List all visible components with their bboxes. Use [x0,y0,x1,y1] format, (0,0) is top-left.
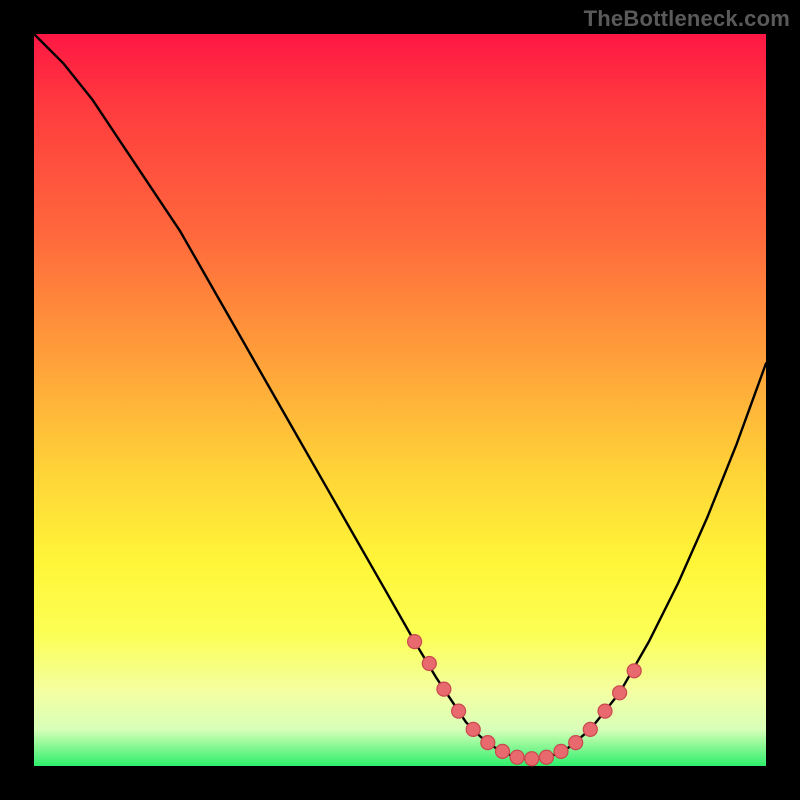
highlight-dot [496,744,510,758]
chart-frame: TheBottleneck.com [0,0,800,800]
chart-svg [34,34,766,766]
highlight-dot [525,752,539,766]
highlight-dot [613,686,627,700]
highlight-dot [539,750,553,764]
highlight-dot [422,657,436,671]
highlight-dot [627,664,641,678]
watermark-label: TheBottleneck.com [584,6,790,32]
highlight-dot [510,750,524,764]
highlight-dot [569,736,583,750]
highlight-dot [466,722,480,736]
bottleneck-curve [34,34,766,759]
highlight-dot [408,635,422,649]
highlight-dot [481,736,495,750]
highlight-dot [554,744,568,758]
highlight-dot [452,704,466,718]
highlight-dots-group [408,635,642,766]
highlight-dot [583,722,597,736]
highlight-dot [437,682,451,696]
highlight-dot [598,704,612,718]
